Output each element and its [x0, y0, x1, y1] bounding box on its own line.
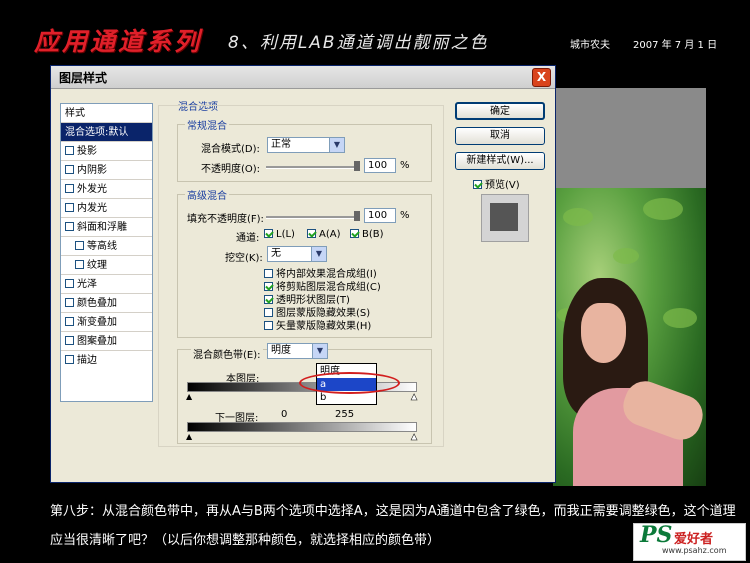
advanced-blending-title: 高级混合 [185, 187, 229, 202]
style-item-gradient-overlay[interactable]: 渐变叠加 [61, 313, 152, 332]
style-item-label: 投影 [77, 146, 97, 157]
under-layer-left-handle[interactable]: ▲ [186, 432, 192, 441]
checkbox[interactable] [65, 279, 74, 288]
preview-checkbox[interactable]: 预览(V) [473, 176, 520, 191]
checkbox[interactable] [75, 241, 84, 250]
style-item-bevel-emboss[interactable]: 斜面和浮雕 [61, 218, 152, 237]
blend-mode-label: 混合模式(D): [201, 144, 260, 155]
logo-text: 爱好者 [674, 532, 714, 547]
watermark-logo: PS 爱好者 www.psahz.com [633, 522, 746, 561]
blend-mode-value: 正常 [271, 139, 291, 150]
style-item-stroke[interactable]: 描边 [61, 351, 152, 370]
channel-a-checkbox[interactable]: A(A) [307, 229, 340, 240]
option-label: 矢量蒙版隐藏效果(H) [276, 321, 372, 332]
style-item-label: 内阴影 [77, 165, 107, 176]
chevron-down-icon: ▼ [312, 344, 327, 358]
checkbox[interactable] [65, 203, 74, 212]
knockout-label: 挖空(K): [225, 253, 263, 264]
checkbox[interactable] [65, 336, 74, 345]
opacity-slider-thumb[interactable] [354, 161, 360, 171]
channel-l-label: L(L) [276, 229, 295, 240]
style-item-blending-options[interactable]: 混合选项:默认 [61, 123, 152, 142]
highlight-circle [299, 372, 400, 394]
style-item-label: 图案叠加 [77, 336, 117, 347]
series-title: 应用通道系列 [34, 27, 203, 56]
general-blending-title: 常规混合 [185, 117, 229, 132]
style-list-header: 样式 [61, 104, 152, 123]
under-layer-gradient [187, 422, 417, 432]
opacity-input[interactable]: 100 [364, 158, 396, 173]
style-list: 样式 混合选项:默认 投影 内阴影 外发光 内发光 斜面和浮雕 等高线 纹理 光… [60, 103, 153, 402]
blend-if-value: 明度 [271, 345, 291, 356]
opacity-label: 不透明度(O): [201, 164, 261, 175]
style-item-label: 外发光 [77, 184, 107, 195]
style-item-label: 斜面和浮雕 [77, 222, 127, 233]
channel-b-label: B(B) [362, 229, 384, 240]
close-button[interactable]: X [532, 68, 551, 87]
fill-slider-thumb[interactable] [354, 211, 360, 221]
opacity-pct: % [400, 160, 410, 171]
style-item-pattern-overlay[interactable]: 图案叠加 [61, 332, 152, 351]
style-preview-swatch [481, 194, 529, 242]
style-item-contour[interactable]: 等高线 [61, 237, 152, 256]
channel-a-label: A(A) [319, 229, 341, 240]
date: 2007 年 7 月 1 日 [633, 40, 718, 51]
ok-button[interactable]: 确定 [455, 102, 545, 120]
style-item-label: 内发光 [77, 203, 107, 214]
style-item-outer-glow[interactable]: 外发光 [61, 180, 152, 199]
dialog-title: 图层样式 [59, 71, 108, 85]
style-item-satin[interactable]: 光泽 [61, 275, 152, 294]
style-item-label: 等高线 [87, 241, 117, 252]
fill-pct: % [400, 210, 410, 221]
dialog-titlebar[interactable]: 图层样式 X [51, 66, 555, 89]
blend-if-label: 混合颜色带(E): [191, 346, 263, 361]
channels-label: 通道: [236, 233, 260, 244]
opacity-slider-track[interactable] [266, 166, 358, 169]
this-layer-left-handle[interactable]: ▲ [186, 392, 192, 401]
style-item-texture[interactable]: 纹理 [61, 256, 152, 275]
logo-url: www.psahz.com [662, 546, 727, 555]
blend-if-select[interactable]: 明度 ▼ [267, 343, 328, 359]
checkbox[interactable] [65, 184, 74, 193]
style-item-label: 描边 [77, 355, 97, 366]
style-item-label: 纹理 [87, 260, 107, 271]
checkbox[interactable] [65, 317, 74, 326]
knockout-select[interactable]: 无 ▼ [267, 246, 327, 262]
style-item-inner-shadow[interactable]: 内阴影 [61, 161, 152, 180]
checkbox[interactable] [65, 165, 74, 174]
chevron-down-icon: ▼ [329, 138, 344, 152]
channel-l-checkbox[interactable]: L(L) [264, 229, 295, 240]
under-layer-min: 0 [281, 409, 288, 420]
style-item-color-overlay[interactable]: 颜色叠加 [61, 294, 152, 313]
author: 城市农夫 [570, 40, 610, 51]
preview-label: 预览(V) [485, 180, 520, 191]
style-item-label: 渐变叠加 [77, 317, 117, 328]
fill-opacity-input[interactable]: 100 [364, 208, 396, 223]
fill-opacity-label: 填充不透明度(F): [187, 214, 264, 225]
checkbox[interactable] [65, 146, 74, 155]
under-layer-max: 255 [335, 409, 355, 420]
checkbox[interactable] [65, 222, 74, 231]
checkbox[interactable] [65, 298, 74, 307]
fill-slider-track[interactable] [266, 216, 358, 219]
layer-style-dialog: 图层样式 X 样式 混合选项:默认 投影 内阴影 外发光 内发光 斜面和浮雕 等… [50, 65, 556, 483]
style-item-drop-shadow[interactable]: 投影 [61, 142, 152, 161]
tutorial-title: 8、利用LAB通道调出靓丽之色 [228, 33, 489, 53]
photo-canvas [553, 88, 706, 486]
style-item-label: 光泽 [77, 279, 97, 290]
logo-ps: PS [640, 522, 673, 548]
style-item-inner-glow[interactable]: 内发光 [61, 199, 152, 218]
blend-mode-select[interactable]: 正常 ▼ [267, 137, 345, 153]
under-layer-right-handle[interactable]: ▲ [411, 432, 418, 442]
checkbox[interactable] [75, 260, 84, 269]
option-vector-mask-hides[interactable]: 矢量蒙版隐藏效果(H) [264, 317, 371, 332]
knockout-value: 无 [271, 248, 281, 259]
checkbox[interactable] [65, 355, 74, 364]
chevron-down-icon: ▼ [311, 247, 326, 261]
new-style-button[interactable]: 新建样式(W)... [455, 152, 545, 170]
style-item-label: 颜色叠加 [77, 298, 117, 309]
cancel-button[interactable]: 取消 [455, 127, 545, 145]
this-layer-right-handle[interactable]: ▲ [411, 392, 418, 402]
channel-b-checkbox[interactable]: B(B) [350, 229, 384, 240]
